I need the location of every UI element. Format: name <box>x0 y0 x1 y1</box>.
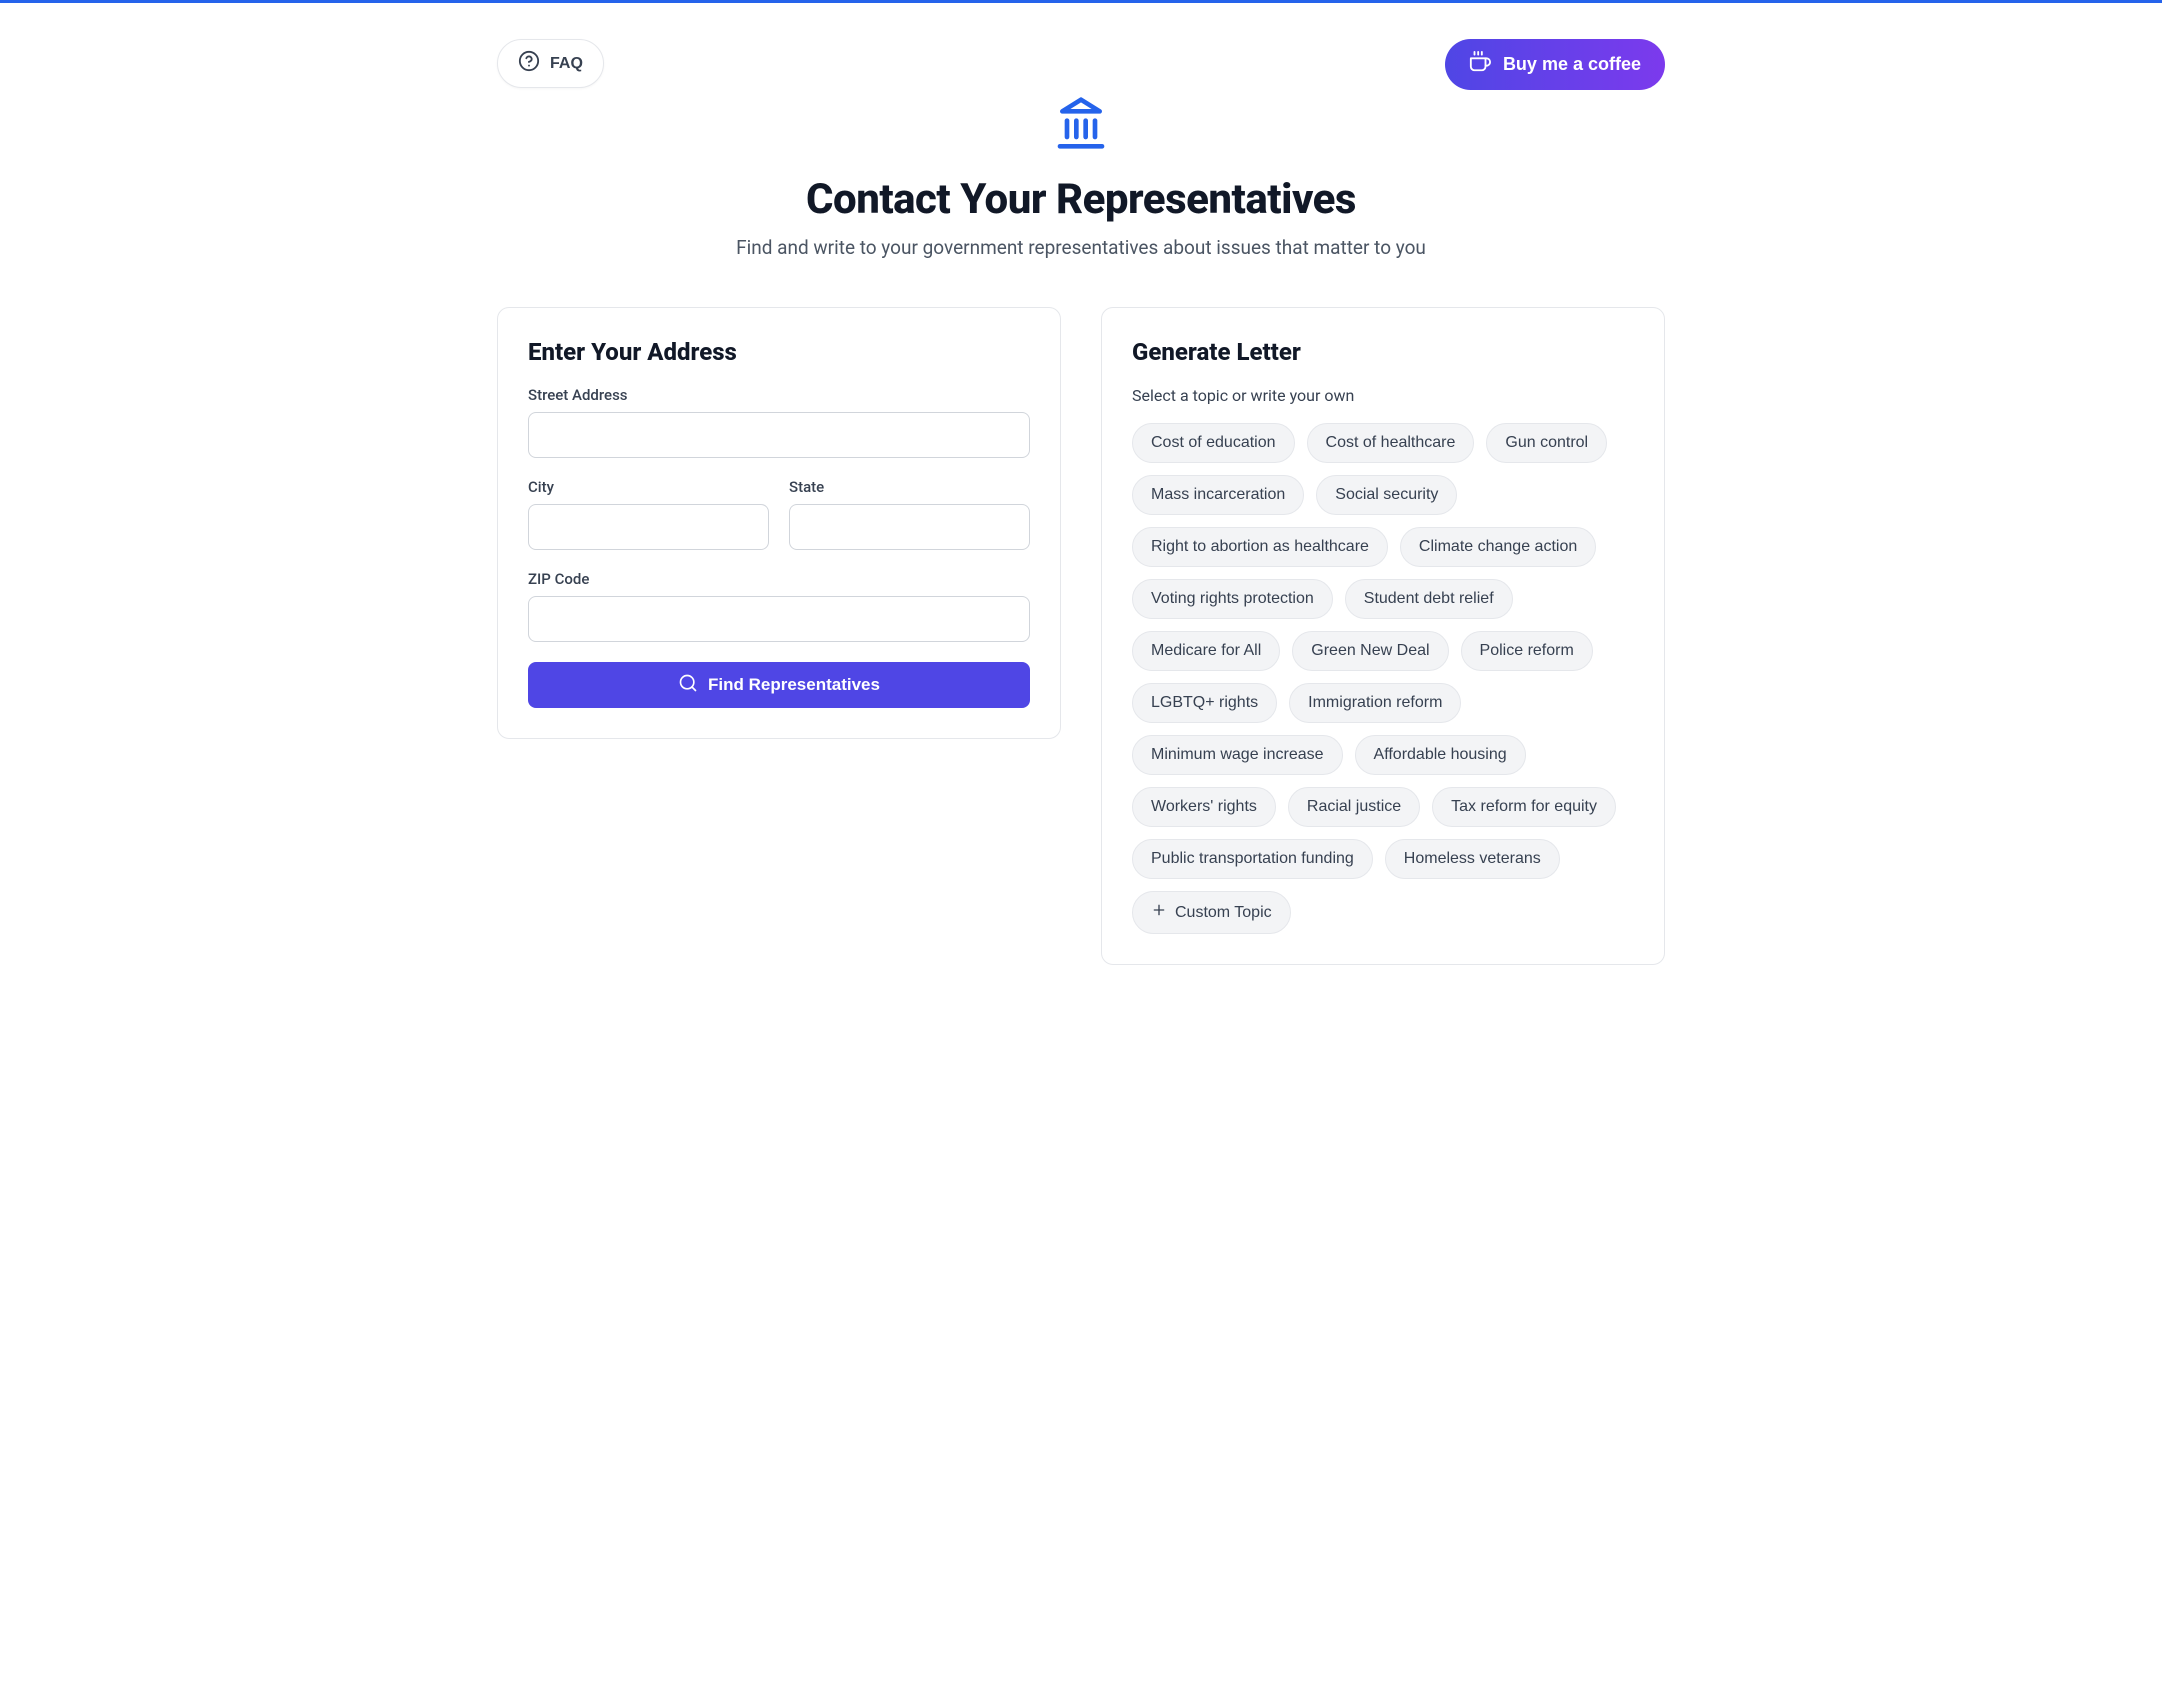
topic-chip-label: Social security <box>1335 486 1438 504</box>
address-card-title: Enter Your Address <box>528 338 1030 366</box>
page-title: Contact Your Representatives <box>497 175 1665 224</box>
topic-chip[interactable]: Cost of healthcare <box>1307 423 1475 463</box>
faq-button-label: FAQ <box>550 55 583 73</box>
topic-chip[interactable]: Workers' rights <box>1132 787 1276 827</box>
topic-chip[interactable]: Mass incarceration <box>1132 475 1304 515</box>
topic-chip[interactable]: Racial justice <box>1288 787 1420 827</box>
topic-chip-label: Police reform <box>1480 642 1574 660</box>
address-card: Enter Your Address Street Address City S… <box>497 307 1061 739</box>
find-button-label: Find Representatives <box>708 675 880 695</box>
state-input[interactable] <box>789 504 1030 550</box>
question-icon <box>518 50 540 77</box>
topic-chip-label: Green New Deal <box>1311 642 1429 660</box>
custom-topic-chip[interactable]: Custom Topic <box>1132 891 1291 934</box>
topic-chip-label: Mass incarceration <box>1151 486 1285 504</box>
topic-chip-label: Cost of healthcare <box>1326 434 1456 452</box>
find-representatives-button[interactable]: Find Representatives <box>528 662 1030 708</box>
topic-chip-label: LGBTQ+ rights <box>1151 694 1258 712</box>
city-label: City <box>528 478 769 496</box>
topic-chip[interactable]: Police reform <box>1461 631 1593 671</box>
street-input[interactable] <box>528 412 1030 458</box>
topic-chip-label: Minimum wage increase <box>1151 746 1324 764</box>
zip-label: ZIP Code <box>528 570 1030 588</box>
topic-chip-label: Public transportation funding <box>1151 850 1354 868</box>
topic-chip[interactable]: Immigration reform <box>1289 683 1461 723</box>
letter-card-title: Generate Letter <box>1132 338 1634 366</box>
topic-chip-label: Tax reform for equity <box>1451 798 1597 816</box>
faq-button[interactable]: FAQ <box>497 39 604 88</box>
topic-chip-label: Medicare for All <box>1151 642 1261 660</box>
topic-chip[interactable]: Public transportation funding <box>1132 839 1373 879</box>
topic-chip-label: Climate change action <box>1419 538 1577 556</box>
topic-chip-label: Workers' rights <box>1151 798 1257 816</box>
topic-chip-label: Immigration reform <box>1308 694 1442 712</box>
letter-card: Generate Letter Select a topic or write … <box>1101 307 1665 965</box>
state-label: State <box>789 478 1030 496</box>
zip-input[interactable] <box>528 596 1030 642</box>
search-icon <box>678 673 698 698</box>
topic-chip[interactable]: Right to abortion as healthcare <box>1132 527 1388 567</box>
topic-chip[interactable]: Green New Deal <box>1292 631 1448 671</box>
street-label: Street Address <box>528 386 1030 404</box>
buy-coffee-label: Buy me a coffee <box>1503 54 1641 75</box>
topic-chip[interactable]: Minimum wage increase <box>1132 735 1343 775</box>
topic-chip[interactable]: Homeless veterans <box>1385 839 1560 879</box>
topic-chip[interactable]: Tax reform for equity <box>1432 787 1616 827</box>
letter-card-subtitle: Select a topic or write your own <box>1132 386 1634 405</box>
custom-topic-label: Custom Topic <box>1175 904 1272 922</box>
topic-chip-label: Right to abortion as healthcare <box>1151 538 1369 556</box>
topic-chip-label: Affordable housing <box>1374 746 1507 764</box>
topic-chip-label: Voting rights protection <box>1151 590 1314 608</box>
topic-chip[interactable]: Voting rights protection <box>1132 579 1333 619</box>
topic-chip[interactable]: Student debt relief <box>1345 579 1513 619</box>
page-subtitle: Find and write to your government repres… <box>497 236 1665 259</box>
landmark-icon <box>497 95 1665 155</box>
plus-icon <box>1151 902 1167 923</box>
city-input[interactable] <box>528 504 769 550</box>
topic-chip-label: Student debt relief <box>1364 590 1494 608</box>
topic-chip[interactable]: Social security <box>1316 475 1457 515</box>
topic-chip[interactable]: LGBTQ+ rights <box>1132 683 1277 723</box>
topic-chip-label: Cost of education <box>1151 434 1276 452</box>
buy-coffee-button[interactable]: Buy me a coffee <box>1445 39 1665 90</box>
topic-chip-label: Homeless veterans <box>1404 850 1541 868</box>
coffee-icon <box>1469 51 1491 78</box>
topics-list: Cost of education Cost of healthcare Gun c… <box>1132 423 1634 934</box>
topic-chip-label: Racial justice <box>1307 798 1401 816</box>
topic-chip[interactable]: Gun control <box>1486 423 1607 463</box>
topic-chip[interactable]: Medicare for All <box>1132 631 1280 671</box>
topic-chip-label: Gun control <box>1505 434 1588 452</box>
topic-chip[interactable]: Climate change action <box>1400 527 1596 567</box>
topic-chip[interactable]: Affordable housing <box>1355 735 1526 775</box>
topic-chip[interactable]: Cost of education <box>1132 423 1295 463</box>
